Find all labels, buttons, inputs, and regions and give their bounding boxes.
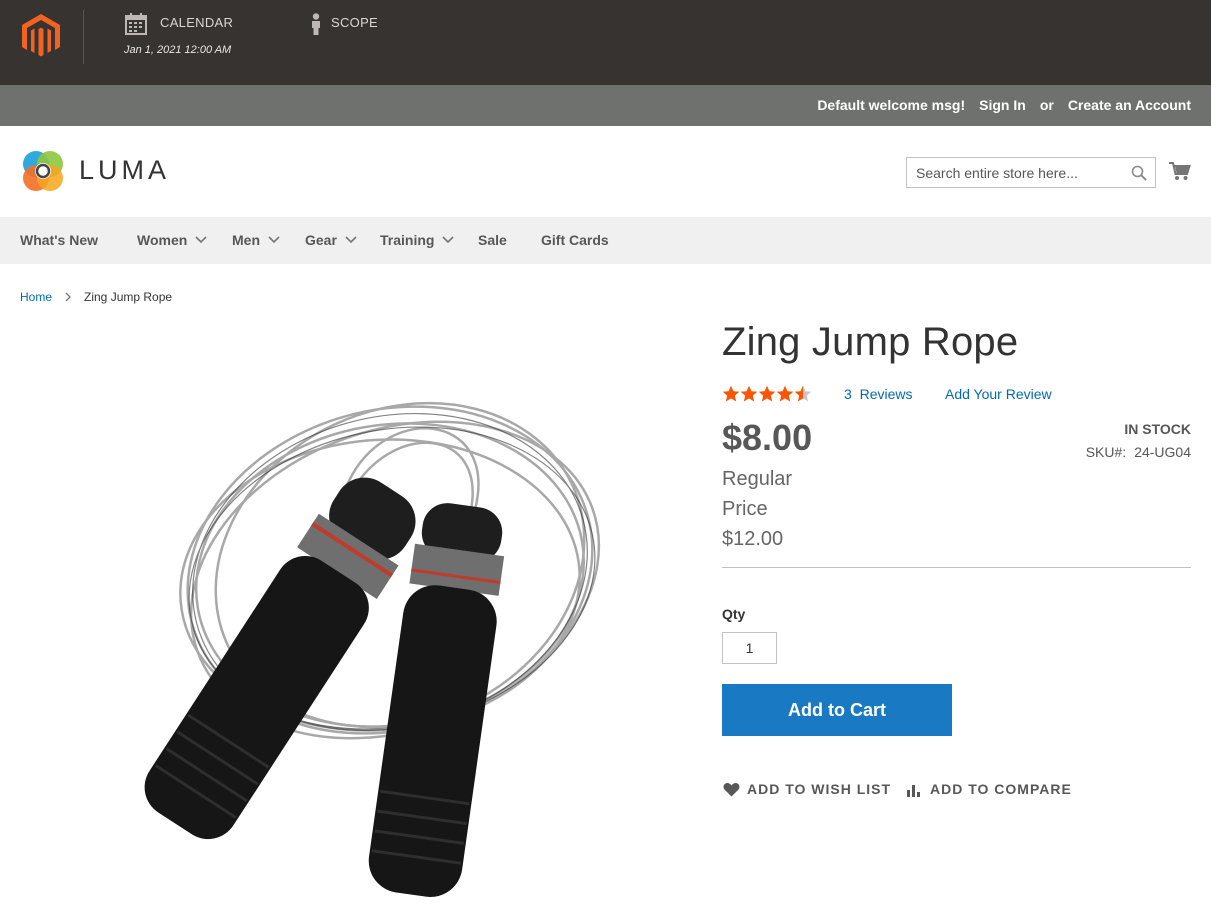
search-icon[interactable]	[1131, 165, 1147, 181]
qty-label: Qty	[722, 606, 746, 622]
chevron-right-icon	[65, 292, 71, 302]
logo-text[interactable]: LUMA	[79, 155, 170, 186]
nav-item-label: Sale	[478, 232, 507, 248]
sku: SKU#: 24-UG04	[1086, 444, 1191, 460]
chevron-down-icon	[442, 236, 455, 244]
nav-item-label: Women	[137, 232, 188, 248]
sku-label: SKU#:	[1085, 444, 1127, 460]
add-to-compare-link[interactable]: ADD TO COMPARE	[906, 781, 1072, 797]
calendar-icon[interactable]	[125, 13, 147, 35]
wishlist-label: ADD TO WISH LIST	[747, 781, 892, 797]
luma-logo-icon[interactable]	[20, 148, 66, 194]
stock-status: IN STOCK	[1124, 421, 1191, 437]
chevron-down-icon	[268, 236, 280, 244]
nav-item-training[interactable]: Training	[380, 232, 455, 248]
chevron-down-icon	[195, 236, 207, 244]
reviews-label: Reviews	[859, 386, 913, 402]
breadcrumb-current: Zing Jump Rope	[84, 290, 173, 304]
chevron-down-icon	[345, 236, 357, 244]
compare-label: ADD TO COMPARE	[930, 781, 1072, 797]
product-image[interactable]	[80, 380, 640, 908]
or-text: or	[1039, 97, 1054, 113]
add-to-cart-button[interactable]: Add to Cart	[722, 684, 952, 736]
create-account-link[interactable]: Create an Account	[1068, 97, 1191, 113]
nav-item-label: Men	[232, 232, 260, 248]
heart-icon	[723, 782, 740, 796]
magento-logo-icon[interactable]	[22, 14, 60, 58]
welcome-message: Default welcome msg!	[817, 97, 966, 113]
nav-item-women[interactable]: Women	[137, 232, 207, 248]
breadcrumb: Home Zing Jump Rope	[20, 290, 172, 304]
add-review-link[interactable]: Add Your Review	[945, 386, 1052, 402]
nav-item-label: Training	[380, 232, 435, 248]
rating-stars	[722, 385, 812, 402]
nav-item-label: What's New	[20, 232, 99, 248]
add-to-wishlist-link[interactable]: ADD TO WISH LIST	[723, 781, 891, 797]
search-input[interactable]	[907, 158, 1127, 187]
calendar-label[interactable]: CALENDAR	[160, 15, 233, 30]
breadcrumb-home-link[interactable]: Home	[20, 290, 52, 304]
final-price: $8.00	[722, 417, 813, 458]
nav-item-sale[interactable]: Sale	[478, 232, 507, 248]
nav-item-label: Gear	[305, 232, 337, 248]
nav-item-gift-cards[interactable]: Gift Cards	[541, 232, 609, 248]
regular-price: $12.00	[722, 528, 784, 550]
scope-label[interactable]: SCOPE	[331, 15, 378, 30]
sku-value: 24-UG04	[1134, 444, 1191, 460]
qty-input[interactable]	[722, 632, 777, 664]
regular-price-label: Regular Price	[722, 468, 793, 520]
admin-preview-bar: CALENDAR Jan 1, 2021 12:00 AM SCOPE	[0, 0, 1211, 85]
panel-header: Default welcome msg! Sign In or Create a…	[0, 85, 1211, 126]
main-navigation: What's New Women Men Gear Training Sale …	[0, 217, 1211, 264]
nav-item-label: Gift Cards	[541, 232, 609, 248]
admin-divider	[83, 10, 84, 64]
reviews-link[interactable]: 3 Reviews	[844, 386, 912, 402]
sign-in-link[interactable]: Sign In	[979, 97, 1026, 113]
nav-item-whats-new[interactable]: What's New	[20, 232, 98, 248]
search-box	[906, 157, 1156, 188]
nav-item-men[interactable]: Men	[232, 232, 280, 248]
header-links: Default welcome msg! Sign In or Create a…	[817, 97, 1191, 113]
compare-icon	[907, 784, 920, 797]
calendar-value: Jan 1, 2021 12:00 AM	[124, 44, 232, 56]
product-title: Zing Jump Rope	[722, 320, 1019, 364]
reviews-count: 3	[844, 386, 852, 402]
cart-icon[interactable]	[1169, 161, 1191, 181]
divider	[722, 567, 1191, 568]
nav-item-gear[interactable]: Gear	[305, 232, 357, 248]
site-header: LUMA	[0, 126, 1211, 217]
person-icon[interactable]	[309, 13, 323, 35]
